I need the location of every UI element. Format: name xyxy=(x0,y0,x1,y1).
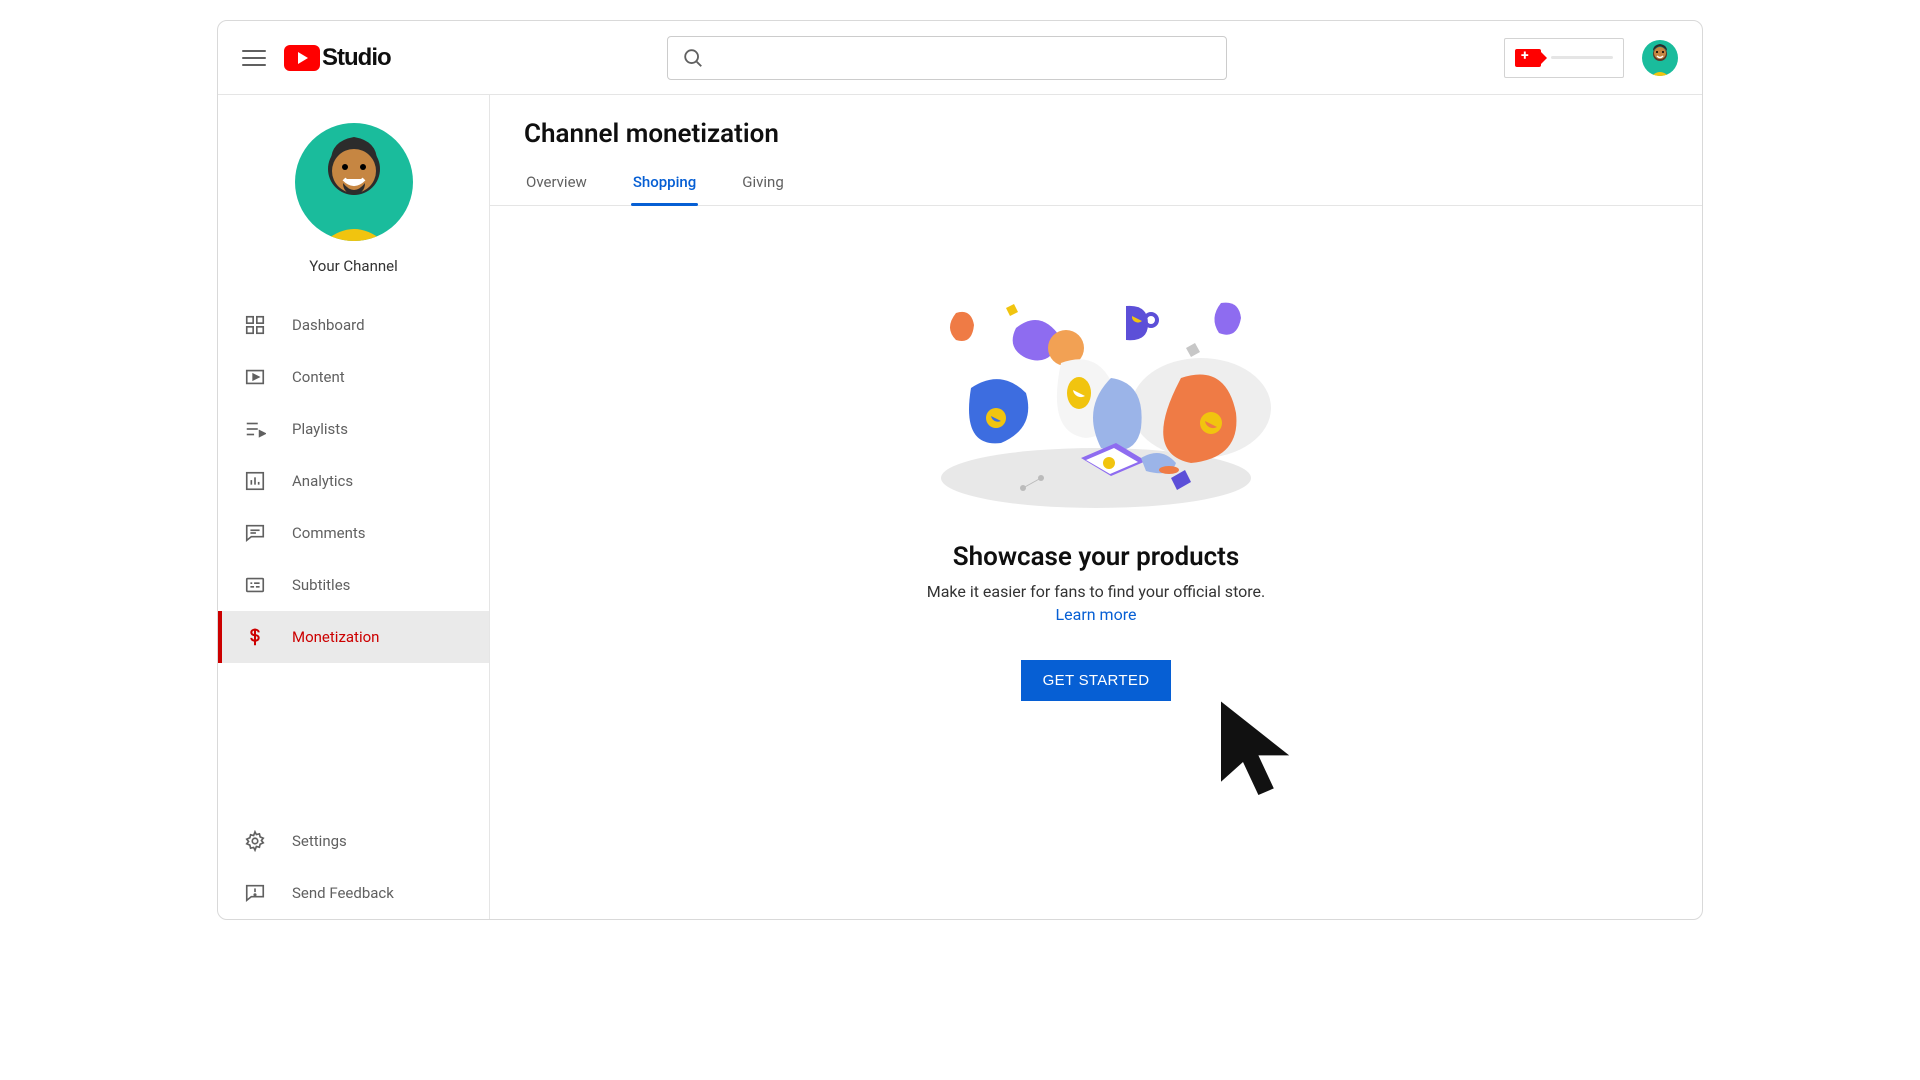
header: Studio xyxy=(218,21,1702,95)
youtube-icon xyxy=(284,45,320,71)
tab-label: Shopping xyxy=(633,173,696,191)
account-avatar[interactable] xyxy=(1642,40,1678,76)
search-container xyxy=(409,36,1486,80)
tab-label: Giving xyxy=(742,173,783,191)
tabs: Overview Shopping Giving xyxy=(490,159,1702,206)
page-title: Channel monetization xyxy=(524,119,1668,149)
sidebar-nav: Dashboard Content Playlists Analytics Co… xyxy=(218,299,489,919)
sidebar-item-label: Content xyxy=(292,368,345,386)
sidebar-item-feedback[interactable]: Send Feedback xyxy=(218,867,489,919)
sidebar-item-subtitles[interactable]: Subtitles xyxy=(218,559,489,611)
tab-label: Overview xyxy=(526,173,587,191)
subtitles-icon xyxy=(244,574,266,596)
create-button[interactable] xyxy=(1504,38,1624,78)
dashboard-icon xyxy=(244,314,266,336)
sidebar-item-label: Settings xyxy=(292,832,347,850)
sidebar: Your Channel Dashboard Content Playlists xyxy=(218,95,490,919)
monetization-icon xyxy=(244,626,266,648)
sidebar-item-label: Analytics xyxy=(292,472,353,490)
sidebar-item-playlists[interactable]: Playlists xyxy=(218,403,489,455)
sidebar-item-label: Send Feedback xyxy=(292,884,394,902)
tab-content: Showcase your products Make it easier fo… xyxy=(490,206,1702,919)
learn-more-link[interactable]: Learn more xyxy=(1056,605,1137,624)
camera-plus-icon xyxy=(1515,49,1541,67)
channel-block: Your Channel xyxy=(218,95,489,299)
logo-text: Studio xyxy=(322,44,391,72)
app-window: Studio xyxy=(217,20,1703,920)
channel-name: Your Channel xyxy=(309,257,398,275)
sidebar-item-comments[interactable]: Comments xyxy=(218,507,489,559)
gear-icon xyxy=(244,830,266,852)
search-icon xyxy=(682,47,704,69)
comments-icon xyxy=(244,522,266,544)
sidebar-item-dashboard[interactable]: Dashboard xyxy=(218,299,489,351)
header-actions xyxy=(1504,38,1678,78)
search-box[interactable] xyxy=(667,36,1227,80)
sidebar-item-label: Subtitles xyxy=(292,576,350,594)
get-started-button[interactable]: GET STARTED xyxy=(1021,660,1172,701)
tab-shopping[interactable]: Shopping xyxy=(631,159,698,205)
feedback-icon xyxy=(244,882,266,904)
sidebar-item-monetization[interactable]: Monetization xyxy=(218,611,489,663)
cursor-icon xyxy=(1210,696,1320,806)
page-header: Channel monetization xyxy=(490,95,1702,159)
hero-title: Showcase your products xyxy=(953,542,1240,572)
sidebar-item-label: Monetization xyxy=(292,628,379,646)
analytics-icon xyxy=(244,470,266,492)
create-label-placeholder xyxy=(1551,56,1613,59)
sidebar-item-content[interactable]: Content xyxy=(218,351,489,403)
hero-illustration xyxy=(911,278,1281,518)
sidebar-item-settings[interactable]: Settings xyxy=(218,815,489,867)
hero-subtitle: Make it easier for fans to find your off… xyxy=(927,582,1266,601)
sidebar-item-label: Playlists xyxy=(292,420,348,438)
tab-overview[interactable]: Overview xyxy=(524,159,589,205)
main-content: Channel monetization Overview Shopping G… xyxy=(490,95,1702,919)
studio-logo[interactable]: Studio xyxy=(284,44,391,72)
sidebar-item-label: Dashboard xyxy=(292,316,365,334)
tab-giving[interactable]: Giving xyxy=(740,159,785,205)
sidebar-item-label: Comments xyxy=(292,524,366,542)
channel-avatar[interactable] xyxy=(295,123,413,241)
menu-icon[interactable] xyxy=(242,46,266,70)
playlists-icon xyxy=(244,418,266,440)
sidebar-item-analytics[interactable]: Analytics xyxy=(218,455,489,507)
search-input[interactable] xyxy=(714,49,1212,66)
content-icon xyxy=(244,366,266,388)
